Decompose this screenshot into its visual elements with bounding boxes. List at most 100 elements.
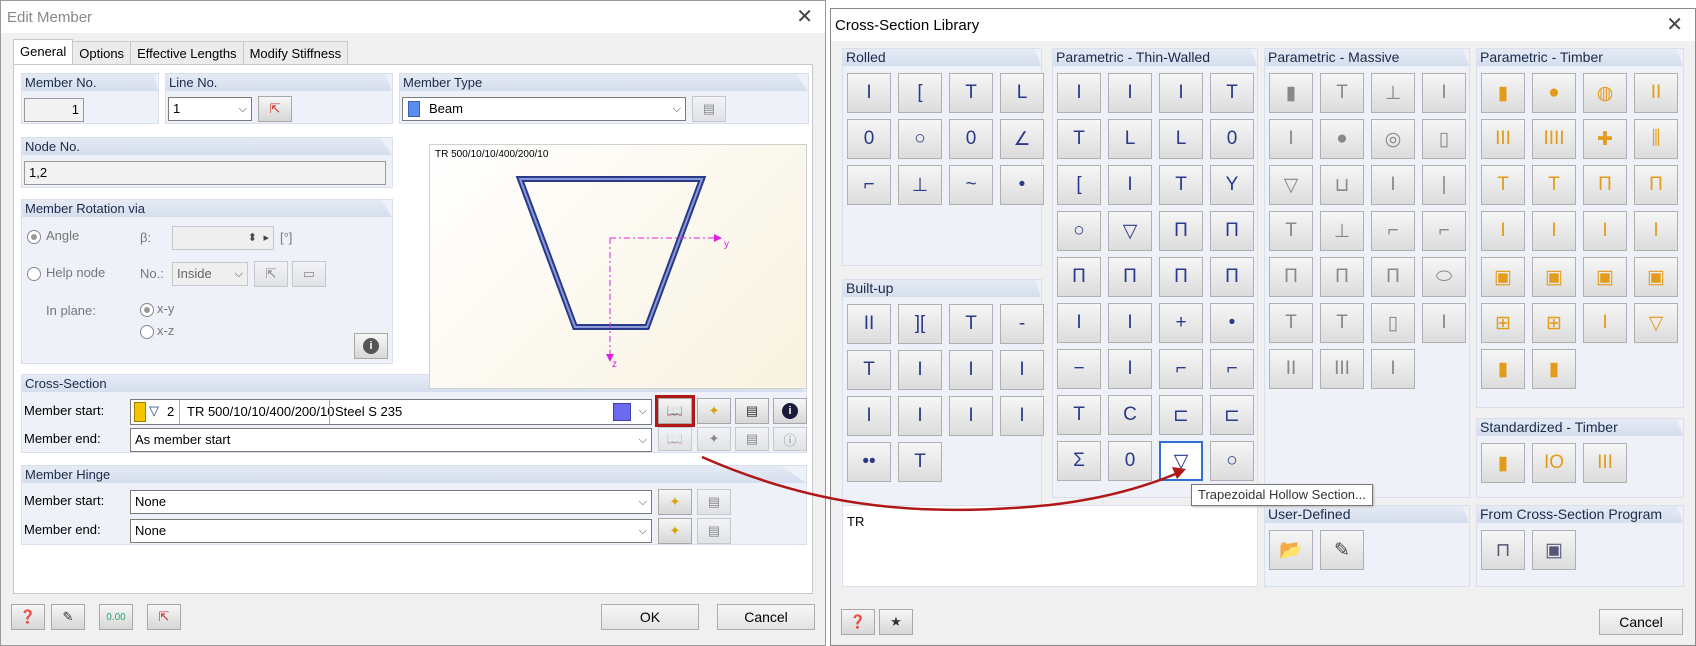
thin-section-button[interactable]: • [1210, 303, 1254, 343]
end-info-button[interactable]: ⓘ [773, 427, 807, 451]
thin-section-button[interactable]: ○ [1057, 211, 1101, 251]
thin-section-button[interactable]: + [1159, 303, 1203, 343]
timber-section-button[interactable]: ▽ [1634, 303, 1678, 343]
timber-section-button[interactable]: ▣ [1634, 257, 1678, 297]
thin-section-button[interactable]: ⌐ [1159, 349, 1203, 389]
thin-section-button[interactable]: Π [1159, 211, 1203, 251]
thin-section-button[interactable]: T [1159, 165, 1203, 205]
rolled-section-button[interactable]: L [1000, 73, 1044, 113]
timber-section-button[interactable]: ▮ [1481, 73, 1525, 113]
rolled-section-button[interactable]: ⌐ [847, 165, 891, 205]
massive-section-button[interactable]: I [1269, 119, 1313, 159]
member-type-select[interactable]: Beam ⌵ [402, 97, 686, 121]
builtup-section-button[interactable]: I [898, 350, 942, 390]
massive-section-button[interactable]: ⌐ [1371, 211, 1415, 251]
thin-section-button[interactable]: T [1210, 73, 1254, 113]
tab-modify-stiffness[interactable]: Modify Stiffness [242, 41, 349, 65]
library-favorites-button[interactable]: ★ [879, 609, 913, 635]
user-open-button[interactable]: 📂 [1269, 530, 1313, 570]
massive-section-button[interactable]: T [1269, 211, 1313, 251]
thin-section-button[interactable]: Π [1159, 257, 1203, 297]
std-timber-section-button[interactable]: ▮ [1481, 443, 1525, 483]
std-timber-section-button[interactable]: IO [1532, 443, 1576, 483]
thin-section-button[interactable]: C [1108, 395, 1152, 435]
thin-section-button[interactable]: ○ [1210, 441, 1254, 481]
hinge-end-select[interactable]: None ⌵ [130, 519, 652, 543]
hinge-end-edit-button[interactable]: ▤ [697, 518, 731, 544]
timber-section-button[interactable]: ▣ [1583, 257, 1627, 297]
rolled-section-button[interactable]: [ [898, 73, 942, 113]
massive-section-button[interactable]: ⬭ [1422, 257, 1466, 297]
thin-section-button[interactable]: Π [1057, 257, 1101, 297]
massive-section-button[interactable]: ▯ [1371, 303, 1415, 343]
timber-section-button[interactable]: ⫼ [1634, 119, 1678, 159]
ok-button[interactable]: OK [601, 604, 699, 630]
thin-section-button[interactable]: ▽ [1108, 211, 1152, 251]
thin-section-button[interactable]: ⊏ [1159, 395, 1203, 435]
member-no-field[interactable]: 1 [24, 98, 84, 122]
thin-section-button[interactable]: − [1057, 349, 1101, 389]
shape-massive-button[interactable]: ▣ [1532, 530, 1576, 570]
timber-section-button[interactable]: T [1481, 165, 1525, 205]
help-button[interactable]: ❓ [11, 604, 45, 630]
pick-button[interactable]: ⇱ [147, 604, 181, 630]
tab-general[interactable]: General [13, 39, 74, 65]
hinge-end-new-button[interactable]: ✦ [658, 518, 692, 544]
thin-section-button[interactable]: L [1108, 119, 1152, 159]
tab-effective-lengths[interactable]: Effective Lengths [130, 41, 244, 65]
timber-section-button[interactable]: ⊞ [1532, 303, 1576, 343]
builtup-section-button[interactable]: T [949, 304, 993, 344]
timber-section-button[interactable]: I [1481, 211, 1525, 251]
thin-section-button[interactable]: Σ [1057, 441, 1101, 481]
builtup-section-button[interactable]: •• [847, 442, 891, 482]
end-new-button[interactable]: ✦ [697, 427, 731, 451]
timber-section-button[interactable]: T [1532, 165, 1576, 205]
thin-section-button[interactable]: Ι [1057, 73, 1101, 113]
thin-section-button[interactable]: T [1057, 395, 1101, 435]
massive-section-button[interactable]: ⌐ [1422, 211, 1466, 251]
cs-member-start-select[interactable]: ▽ 2 TR 500/10/10/400/200/10 Steel S 235 … [130, 399, 652, 425]
hinge-start-edit-button[interactable]: ▤ [697, 489, 731, 515]
massive-section-button[interactable]: ▯ [1422, 119, 1466, 159]
xy-radio[interactable] [140, 303, 154, 317]
end-edit-button[interactable]: ▤ [735, 427, 769, 451]
beta-input[interactable]: ⬍ ▸ [172, 226, 274, 250]
rolled-section-button[interactable]: • [1000, 165, 1044, 205]
timber-section-button[interactable]: ▣ [1481, 257, 1525, 297]
info-button[interactable]: i [354, 333, 388, 359]
shape-thin-button[interactable]: ⊓ [1481, 530, 1525, 570]
timber-section-button[interactable]: II [1634, 73, 1678, 113]
timber-section-button[interactable]: ◍ [1583, 73, 1627, 113]
pick-node-button[interactable]: ⇱ [254, 261, 288, 287]
thin-section-button[interactable]: 0 [1108, 441, 1152, 481]
std-timber-section-button[interactable]: III [1583, 443, 1627, 483]
thin-section-button[interactable]: Ι [1108, 73, 1152, 113]
thin-section-button[interactable]: Ι [1159, 73, 1203, 113]
builtup-section-button[interactable]: I [1000, 350, 1044, 390]
massive-section-button[interactable]: ⊥ [1371, 73, 1415, 113]
builtup-section-button[interactable]: I [949, 350, 993, 390]
builtup-section-button[interactable]: T [847, 350, 891, 390]
builtup-section-button[interactable]: II [847, 304, 891, 344]
line-no-select[interactable]: 1 ⌵ [168, 97, 252, 121]
massive-section-button[interactable]: I [1422, 303, 1466, 343]
hinge-start-select[interactable]: None ⌵ [130, 490, 652, 514]
thin-section-button[interactable]: T [1057, 119, 1101, 159]
timber-section-button[interactable]: I [1532, 211, 1576, 251]
thin-section-button[interactable]: ▽ [1159, 441, 1203, 481]
user-edit-button[interactable]: ✎ [1320, 530, 1364, 570]
end-library-button[interactable]: 📖 [658, 427, 692, 451]
timber-section-button[interactable]: ▮ [1532, 349, 1576, 389]
help-node-radio[interactable] [27, 267, 41, 281]
thin-section-button[interactable]: Π [1108, 257, 1152, 297]
massive-section-button[interactable]: Π [1269, 257, 1313, 297]
units-button[interactable]: 0.00 [99, 604, 133, 630]
timber-section-button[interactable]: ✚ [1583, 119, 1627, 159]
rolled-section-button[interactable]: Ι [847, 73, 891, 113]
massive-section-button[interactable]: I [1422, 73, 1466, 113]
massive-section-button[interactable]: III [1320, 349, 1364, 389]
xz-radio[interactable] [140, 325, 154, 339]
massive-section-button[interactable]: ◎ [1371, 119, 1415, 159]
thin-section-button[interactable]: Y [1210, 165, 1254, 205]
builtup-section-button[interactable]: - [1000, 304, 1044, 344]
